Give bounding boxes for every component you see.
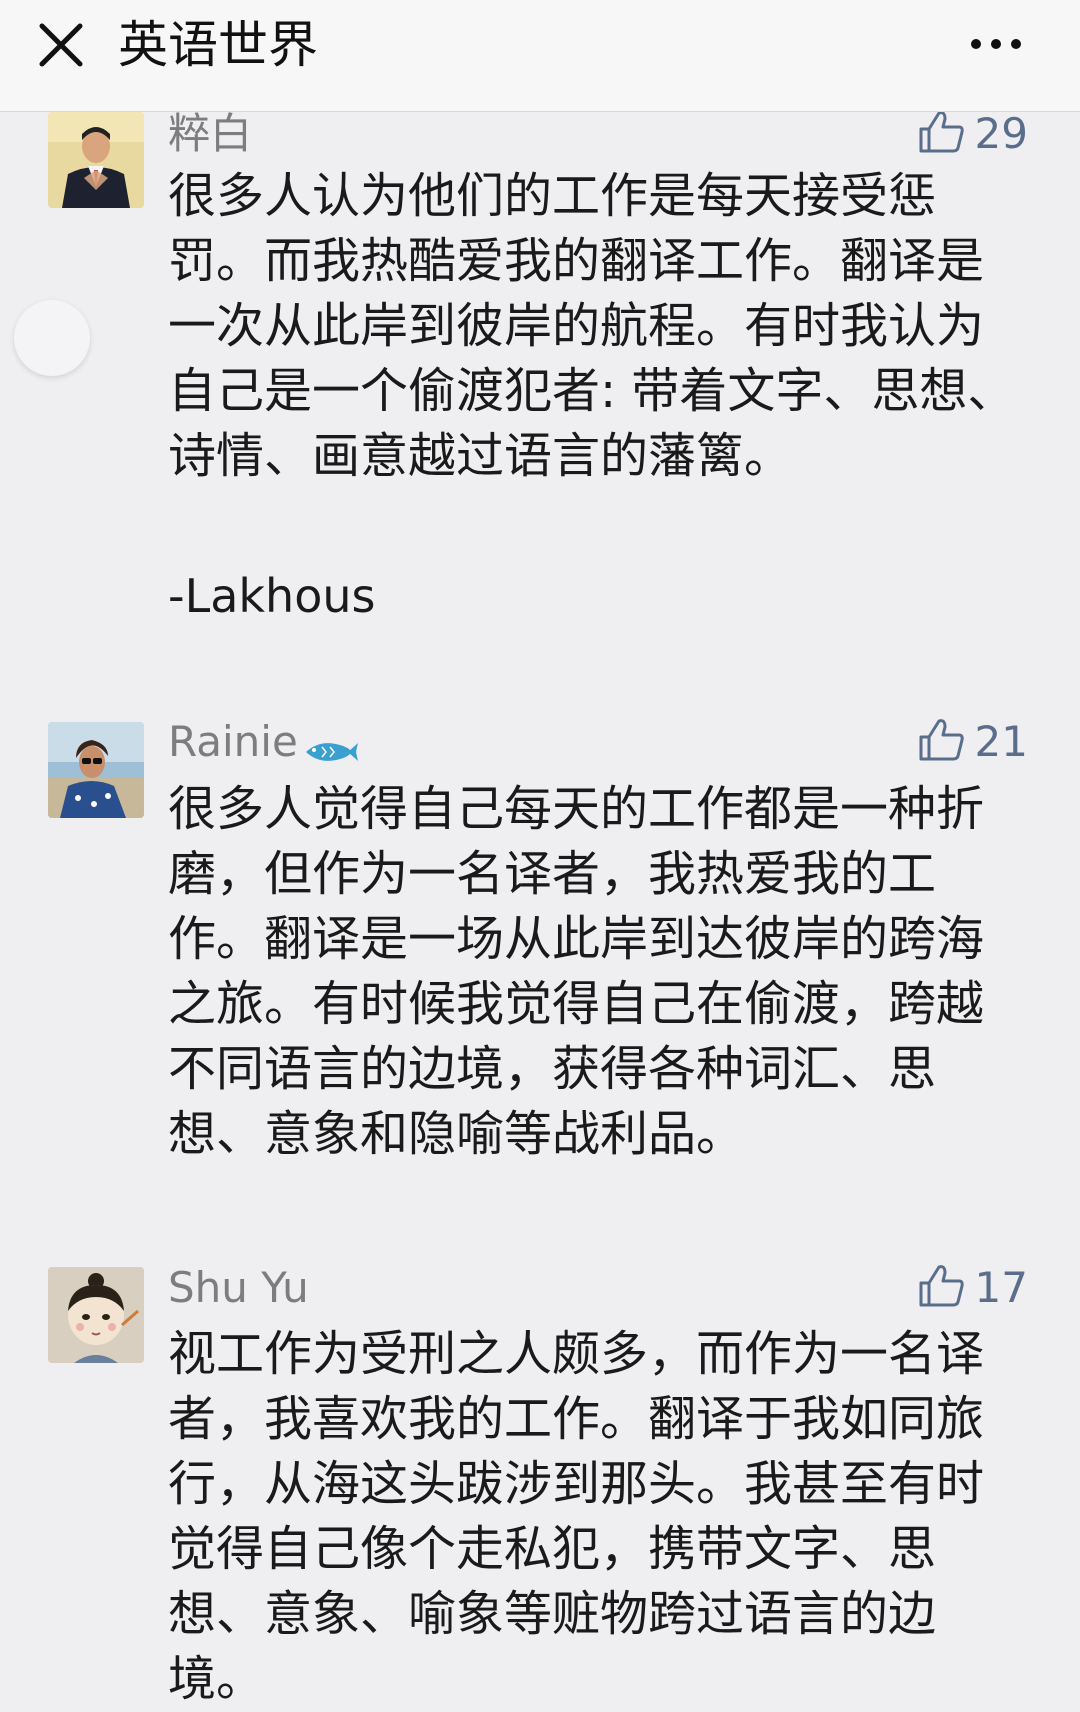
avatar[interactable] (48, 112, 144, 208)
like-button[interactable]: 29 (917, 108, 1028, 160)
thumbs-up-icon (917, 109, 965, 159)
like-count: 17 (974, 1263, 1028, 1312)
floating-button[interactable] (14, 300, 90, 376)
like-count: 29 (974, 109, 1028, 158)
top-bar: 英语世界 (0, 0, 1080, 112)
comment-username[interactable]: Rainie (168, 716, 358, 768)
avatar[interactable] (48, 1267, 144, 1363)
page-title: 英语世界 (118, 16, 318, 74)
avatar[interactable] (48, 722, 144, 818)
comment-username-text: Rainie (168, 717, 298, 766)
comment-text: 很多人认为他们的工作是每天接受惩罚。而我热酷爱我的翻译工作。翻译是一次从此岸到彼… (168, 168, 1016, 484)
more-options-icon[interactable] (968, 30, 1024, 58)
thumbs-up-icon (917, 717, 965, 767)
comment-text: 很多人觉得自己每天的工作都是一种折磨，但作为一名译者，我热爱我的工作。翻译是一场… (168, 781, 985, 1162)
like-button[interactable]: 17 (917, 1262, 1028, 1314)
like-count: 21 (974, 717, 1028, 766)
comment-signature: -Lakhous (168, 569, 376, 623)
comment-text: 视工作为受刑之人颇多，而作为一名译者，我喜欢我的工作。翻译于我如同旅行，从海这头… (168, 1326, 985, 1707)
like-button[interactable]: 21 (917, 716, 1028, 768)
close-icon[interactable] (30, 14, 92, 76)
thumbs-up-icon (917, 1263, 965, 1313)
comment-username[interactable]: 粹白 (168, 108, 252, 160)
comment-username[interactable]: Shu Yu (168, 1262, 309, 1314)
fish-icon (302, 727, 358, 761)
